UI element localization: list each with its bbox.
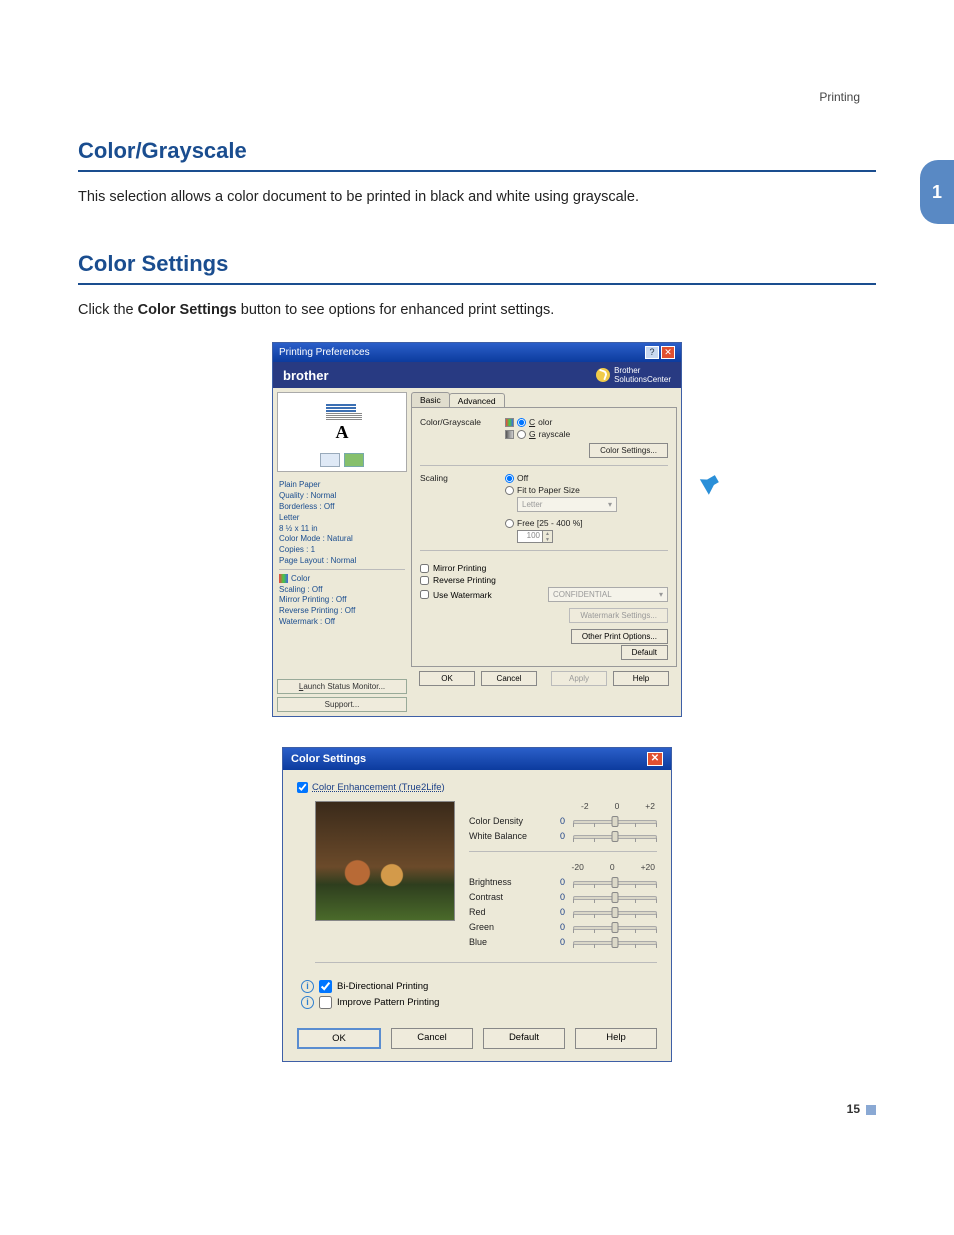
color-swatch-icon <box>279 574 288 583</box>
dialog-footer: OK Cancel Apply Help <box>411 667 677 692</box>
chapter-tab: 1 <box>920 160 954 224</box>
check-bidirectional-printing[interactable]: i Bi-Directional Printing <box>301 980 657 993</box>
tab-strip: Basic Advanced <box>411 392 677 407</box>
color-settings-dialog: Color Settings ✕ Color Enhancement (True… <box>282 747 672 1062</box>
brand-logo: brother <box>283 368 329 383</box>
radio-color[interactable]: Color <box>505 417 668 427</box>
help-button[interactable]: Help <box>575 1028 657 1049</box>
close-icon[interactable]: ✕ <box>661 346 675 359</box>
color-settings-button[interactable]: Color Settings... <box>589 443 668 458</box>
dialog-titlebar: Color Settings ✕ <box>283 748 671 770</box>
section-rule <box>78 170 876 172</box>
preview-panel: A Plain Paper Quality : Normal Borderles… <box>277 392 407 711</box>
color-grayscale-label: Color/Grayscale <box>420 417 505 427</box>
brand-bar: brother BrotherSolutionsCenter <box>273 362 681 388</box>
dialog-title: Color Settings <box>291 753 366 765</box>
watermark-select[interactable]: CONFIDENTIAL▾ <box>548 587 668 602</box>
help-button[interactable]: Help <box>613 671 669 686</box>
grayscale-swatch-icon <box>505 430 514 439</box>
section1-body: This selection allows a color document t… <box>78 186 876 209</box>
page-preview: A <box>277 392 407 472</box>
apply-button[interactable]: Apply <box>551 671 607 686</box>
radio-fit-paper[interactable]: Fit to Paper Size <box>505 485 668 495</box>
dialog-title: Printing Preferences <box>279 347 370 358</box>
other-print-options-button[interactable]: Other Print Options... <box>571 629 668 644</box>
chevron-down-icon: ▾ <box>608 500 612 509</box>
slider-white-balance[interactable]: White Balance 0 <box>469 831 657 841</box>
page-header: Printing <box>819 90 860 104</box>
check-improve-pattern[interactable]: i Improve Pattern Printing <box>301 996 657 1009</box>
heading-color-grayscale: Color/Grayscale <box>78 138 876 164</box>
settings-summary: Plain Paper Quality : Normal Borderless … <box>277 476 407 635</box>
launch-status-monitor-button[interactable]: Launch Status Monitor... <box>277 679 407 694</box>
tab-advanced[interactable]: Advanced <box>449 393 505 408</box>
photo-icon <box>344 453 364 467</box>
close-icon[interactable]: ✕ <box>647 752 663 766</box>
scaling-label: Scaling <box>420 473 505 483</box>
heading-color-settings: Color Settings <box>78 251 876 277</box>
preview-image <box>315 801 455 921</box>
support-button[interactable]: Support... <box>277 697 407 712</box>
slider-red[interactable]: Red0 <box>469 907 657 917</box>
slider-blue[interactable]: Blue0 <box>469 937 657 947</box>
section-rule <box>78 283 876 285</box>
scale-labels: -20+2 <box>469 801 657 811</box>
slider-contrast[interactable]: Contrast0 <box>469 892 657 902</box>
section2-body: Click the Color Settings button to see o… <box>78 299 876 322</box>
color-swatch-icon <box>505 418 514 427</box>
solutions-icon <box>596 368 610 382</box>
default-button[interactable]: Default <box>621 645 668 660</box>
default-button[interactable]: Default <box>483 1028 565 1049</box>
cancel-button[interactable]: Cancel <box>391 1028 473 1049</box>
radio-free-scale[interactable]: Free [25 - 400 %] <box>505 518 668 528</box>
dialog-footer: OK Cancel Default Help <box>283 1022 671 1061</box>
printing-preferences-dialog: Printing Preferences ? ✕ brother Brother… <box>272 342 682 716</box>
scale-labels-2: -200+20 <box>469 862 657 872</box>
slider-brightness[interactable]: Brightness0 <box>469 877 657 887</box>
watermark-settings-button[interactable]: Watermark Settings... <box>569 608 668 623</box>
check-color-enhancement[interactable]: Color Enhancement (True2Life) <box>297 782 657 793</box>
page-number: 15 <box>78 1102 876 1116</box>
tab-content-advanced: Color/Grayscale Color Grayscale Color Se… <box>411 407 677 667</box>
paper-size-select[interactable]: Letter▾ <box>517 497 617 512</box>
slider-green[interactable]: Green0 <box>469 922 657 932</box>
tab-basic[interactable]: Basic <box>411 392 450 407</box>
radio-grayscale[interactable]: Grayscale <box>505 429 668 439</box>
solutions-center-link[interactable]: BrotherSolutionsCenter <box>596 366 671 384</box>
help-icon[interactable]: ? <box>645 346 659 359</box>
scale-percent-stepper[interactable]: 100▲▼ <box>517 530 668 543</box>
ok-button[interactable]: OK <box>297 1028 381 1049</box>
info-icon: i <box>301 996 314 1009</box>
cancel-button[interactable]: Cancel <box>481 671 537 686</box>
chevron-down-icon: ▾ <box>659 590 663 599</box>
slider-color-density[interactable]: Color Density 0 <box>469 816 657 826</box>
check-use-watermark[interactable]: Use Watermark CONFIDENTIAL▾ <box>420 587 668 602</box>
chart-icon <box>320 453 340 467</box>
radio-scaling-off[interactable]: Off <box>505 473 668 483</box>
info-icon: i <box>301 980 314 993</box>
ok-button[interactable]: OK <box>419 671 475 686</box>
dialog-titlebar: Printing Preferences ? ✕ <box>273 343 681 362</box>
check-reverse-printing[interactable]: Reverse Printing <box>420 575 668 585</box>
check-mirror-printing[interactable]: Mirror Printing <box>420 563 668 573</box>
